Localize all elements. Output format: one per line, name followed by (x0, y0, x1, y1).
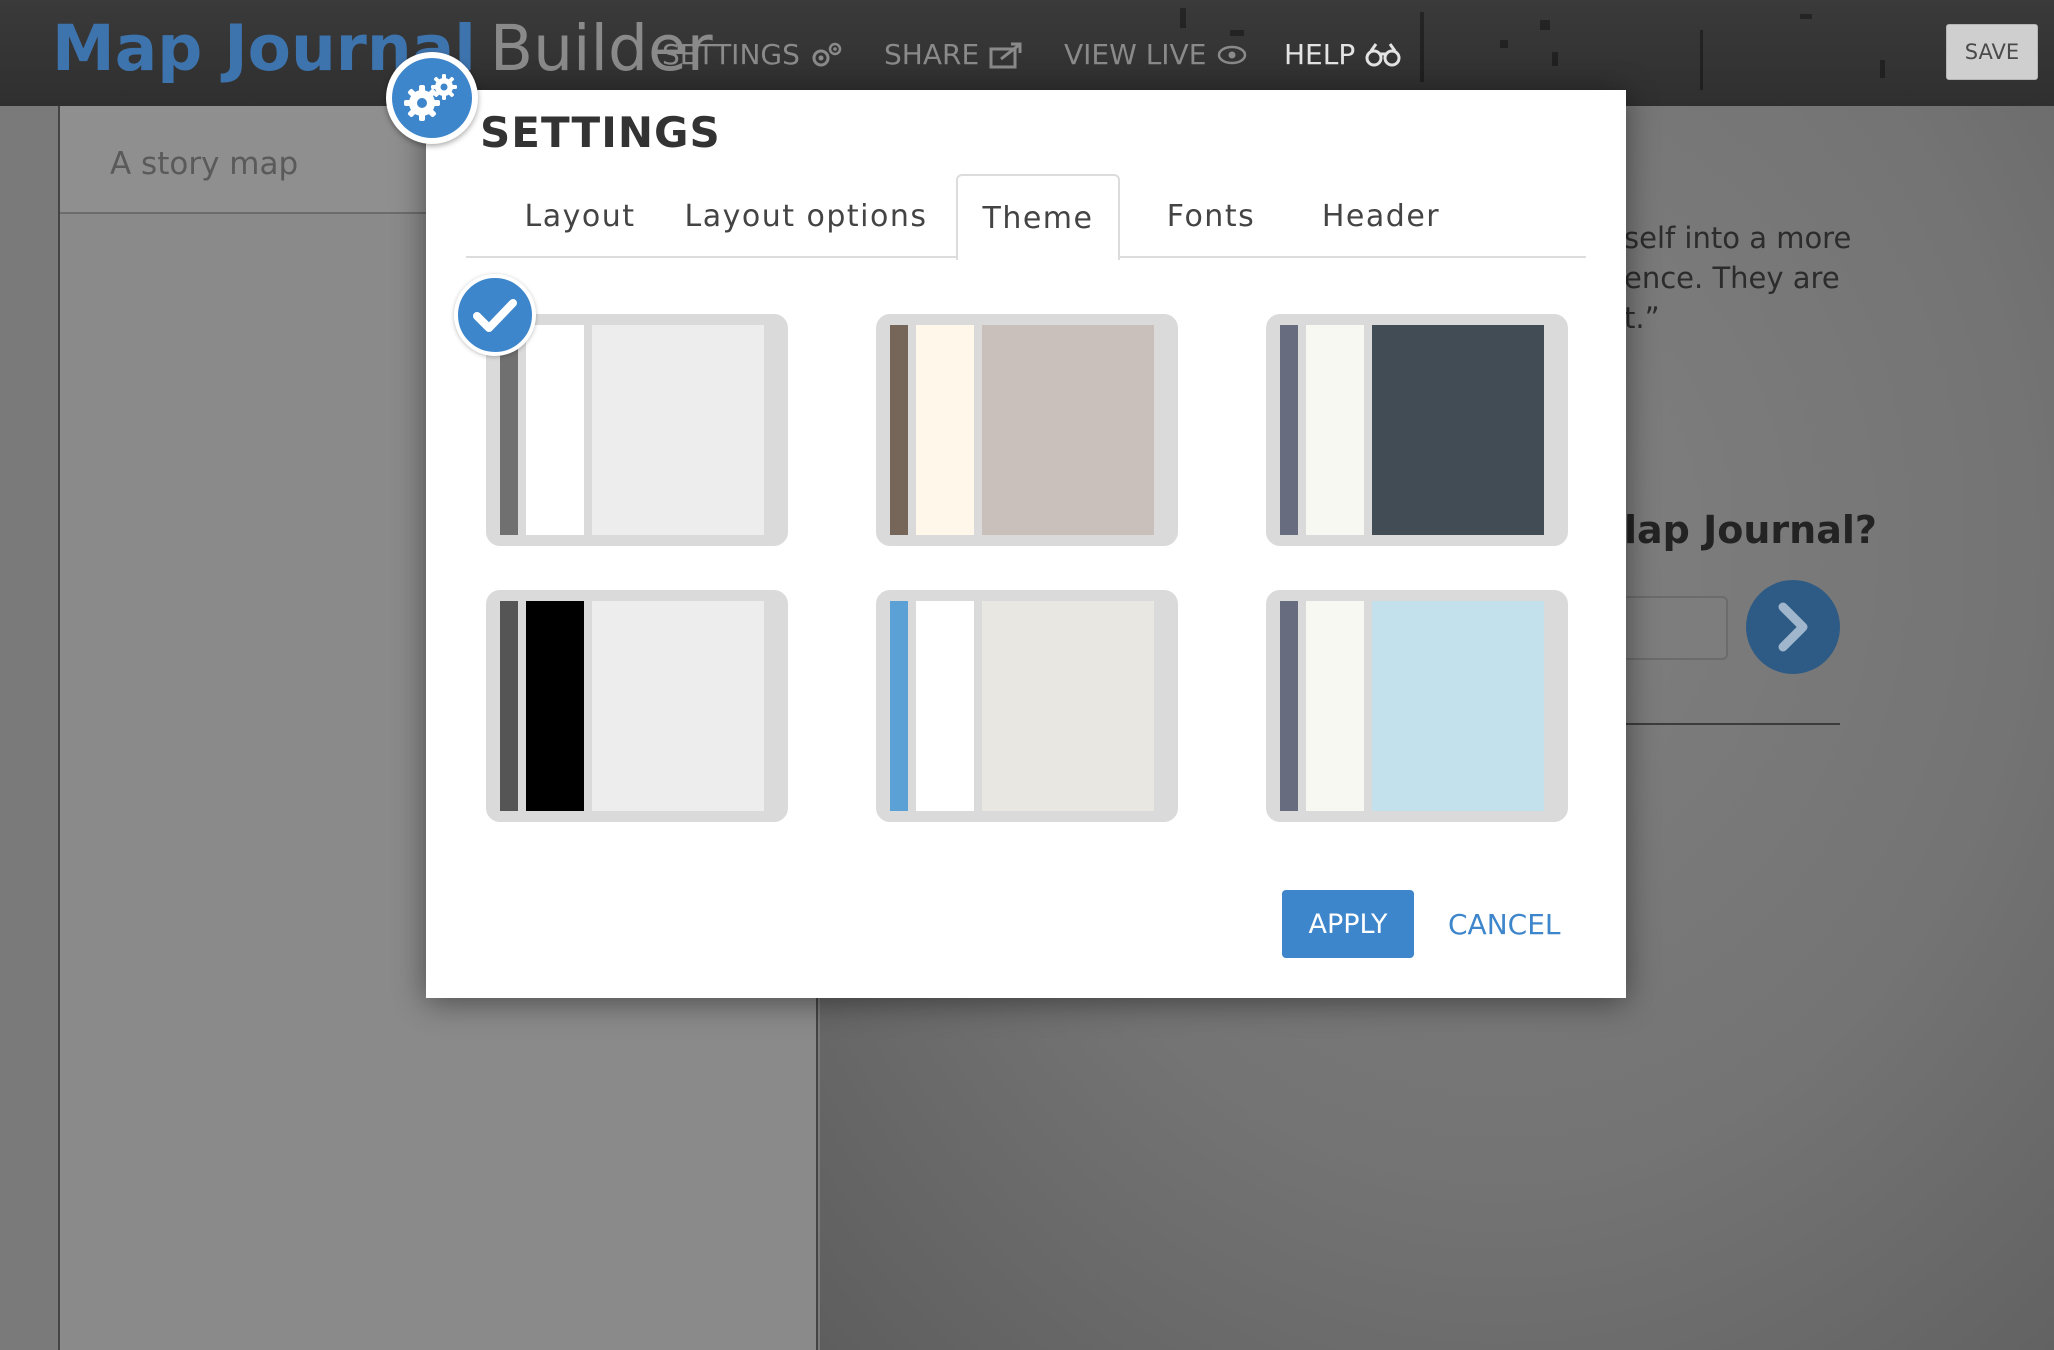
share-icon (989, 41, 1023, 69)
nav-help-label: HELP (1284, 38, 1356, 71)
intro-text-line-2: ence. They are (1624, 261, 1840, 295)
theme-swatch-panel (1306, 601, 1364, 811)
question-heading: lap Journal? (1624, 508, 1877, 552)
theme-swatch-panel (916, 325, 974, 535)
nav-help[interactable]: HELP (1284, 38, 1401, 71)
theme-option-3[interactable] (1266, 314, 1568, 546)
theme-option-4[interactable] (486, 590, 788, 822)
cancel-button[interactable]: CANCEL (1448, 890, 1561, 958)
theme-swatch-panel (1306, 325, 1364, 535)
tab-theme[interactable]: Theme (956, 174, 1120, 260)
dialog-title: SETTINGS (480, 108, 721, 157)
theme-swatch-accent (500, 325, 518, 535)
tab-layout-options[interactable]: Layout options (678, 174, 934, 258)
intro-text-line-1: self into a more (1624, 221, 1852, 255)
gears-icon (392, 58, 472, 138)
theme-swatch-content (592, 325, 764, 535)
theme-swatch-content (1372, 601, 1544, 811)
theme-option-5[interactable] (876, 590, 1178, 822)
selected-theme-check-icon (454, 274, 536, 356)
tab-layout[interactable]: Layout (506, 174, 654, 258)
theme-option-6[interactable] (1266, 590, 1568, 822)
settings-gear-badge (386, 52, 478, 144)
background-divider (1624, 723, 1840, 725)
theme-swatch-content (982, 601, 1154, 811)
next-arrow-button (1746, 580, 1840, 674)
nav-settings[interactable]: SETTINGS (662, 38, 844, 71)
theme-swatch-panel (916, 601, 974, 811)
tab-header[interactable]: Header (1304, 174, 1458, 258)
settings-tabs: Layout Layout options Theme Fonts Header (466, 174, 1586, 260)
nav-share[interactable]: SHARE (884, 38, 1023, 71)
binoculars-icon (1365, 42, 1401, 68)
theme-swatch-panel (526, 325, 584, 535)
nav-view-live[interactable]: VIEW LIVE (1064, 38, 1248, 71)
theme-swatch-content (592, 601, 764, 811)
tab-fonts[interactable]: Fonts (1144, 174, 1278, 258)
nav-view-live-label: VIEW LIVE (1064, 38, 1207, 71)
app-title: Map Journal Builder (52, 6, 713, 92)
story-subtitle: A story map (110, 146, 299, 182)
nav-settings-label: SETTINGS (662, 38, 800, 71)
intro-text-line-3: t.” (1624, 301, 1660, 335)
save-button[interactable]: SAVE (1946, 24, 2038, 80)
theme-swatch-panel (526, 601, 584, 811)
nav-share-label: SHARE (884, 38, 980, 71)
eye-icon (1216, 43, 1248, 67)
theme-swatch-accent (890, 325, 908, 535)
settings-dialog: SETTINGS Layout Layout options Theme Fon… (426, 90, 1626, 998)
theme-swatch-content (1372, 325, 1544, 535)
chevron-right-icon (1778, 602, 1808, 652)
theme-swatch-accent (890, 601, 908, 811)
theme-swatch-content (982, 325, 1154, 535)
gears-icon (810, 41, 844, 69)
theme-option-2[interactable] (876, 314, 1178, 546)
theme-swatch-accent (1280, 601, 1298, 811)
theme-swatch-accent (1280, 325, 1298, 535)
theme-swatch-accent (500, 601, 518, 811)
apply-button[interactable]: APPLY (1282, 890, 1414, 958)
theme-option-1[interactable] (486, 314, 788, 546)
